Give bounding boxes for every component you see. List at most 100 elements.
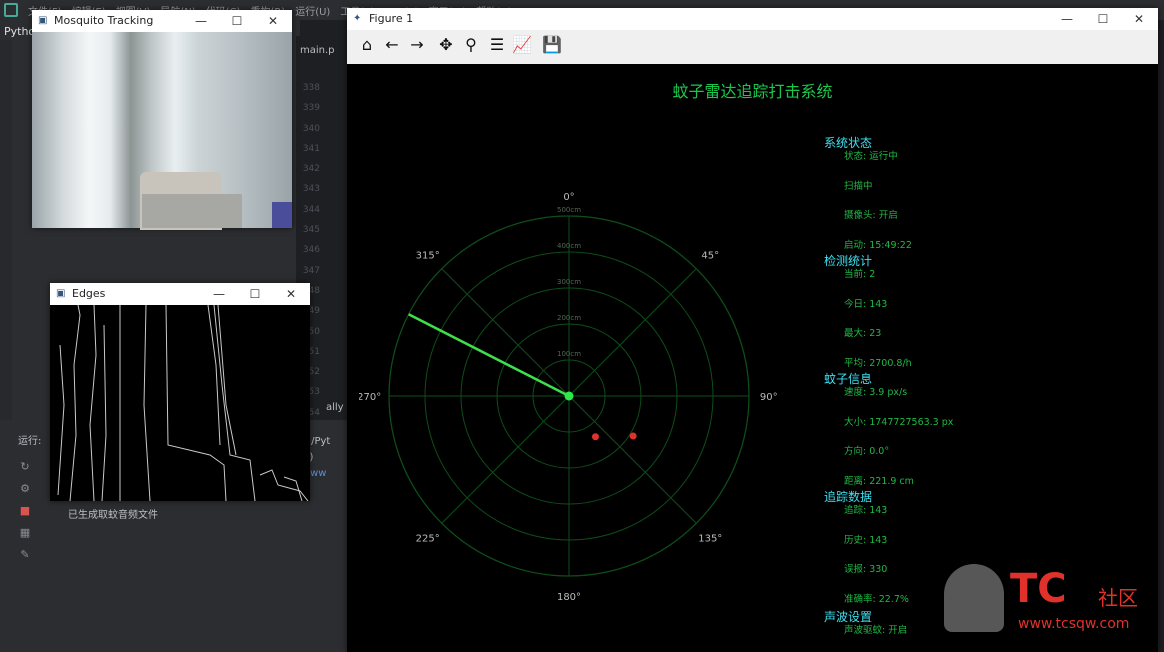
- panel-item: 误报: 330: [844, 564, 888, 575]
- editor-tab[interactable]: main.p: [300, 45, 335, 56]
- minimize-button[interactable]: —: [204, 285, 234, 303]
- home-icon[interactable]: ⌂: [357, 36, 377, 54]
- panel-item: 最大: 23: [844, 328, 882, 339]
- panel-item: 平均: 2700.8/h: [844, 357, 912, 369]
- rerun-icon[interactable]: ↻: [18, 460, 32, 474]
- radar-angle-label: 0°: [563, 192, 574, 203]
- radar-range-label: 100cm: [557, 350, 581, 358]
- wrench-icon[interactable]: ⚙: [18, 482, 32, 496]
- forward-arrow-icon[interactable]: →: [407, 36, 427, 54]
- maximize-button[interactable]: ☐: [222, 12, 252, 30]
- radar-angle-label: 90°: [760, 392, 778, 403]
- radar-angle-label: 225°: [416, 533, 440, 544]
- camera-object: [272, 202, 292, 228]
- panel-item: 今日: 143: [844, 298, 888, 310]
- line-number: 345: [302, 225, 320, 236]
- radar-spoke: [568, 268, 697, 397]
- layout-icon[interactable]: ▦: [18, 526, 32, 540]
- line-number: 342: [302, 164, 320, 175]
- close-button[interactable]: ✕: [1124, 10, 1154, 28]
- minimize-button[interactable]: —: [186, 12, 216, 30]
- watermark-logo: TC: [1010, 566, 1067, 612]
- radar-angle-label: 180°: [557, 592, 581, 603]
- panel-item: 准确率: 22.7%: [844, 593, 909, 605]
- camera-feed: [32, 32, 292, 230]
- window-app-icon: ▣: [38, 15, 48, 26]
- panel-item: 当前: 2: [844, 269, 876, 280]
- window-app-icon: ▣: [56, 288, 66, 299]
- figure-title: Figure 1: [369, 12, 414, 25]
- radar-spoke: [441, 268, 570, 397]
- edit-lines-icon[interactable]: 📈: [512, 36, 532, 54]
- console-line: ally: [326, 402, 344, 413]
- figure-toolbar: ⌂ ← → ✥ ⚲ ☰ 📈 💾: [347, 30, 1158, 60]
- radar-sweep-line: [408, 313, 570, 398]
- tracking-titlebar[interactable]: ▣ Mosquito Tracking — ☐ ✕: [32, 10, 292, 32]
- radar-range-label: 300cm: [557, 278, 581, 286]
- panel-item: 历史: 143: [844, 534, 888, 546]
- edges-title: Edges: [72, 287, 106, 300]
- radar-angle-label: 45°: [701, 251, 719, 262]
- close-button[interactable]: ✕: [276, 285, 306, 303]
- radar-angle-label: 270°: [359, 392, 381, 403]
- edge-lines: [57, 304, 309, 502]
- radar-range-label: 400cm: [557, 242, 581, 250]
- panel-item: 扫描中: [844, 180, 873, 192]
- edges-window[interactable]: ▣ Edges — ☐ ✕: [50, 283, 310, 502]
- line-number: 338: [302, 83, 320, 93]
- line-number: 344: [302, 204, 320, 215]
- figure-main-title: 蚊子雷达追踪打击系统: [672, 82, 833, 101]
- minimize-button[interactable]: —: [1052, 10, 1082, 28]
- tracking-window[interactable]: ▣ Mosquito Tracking — ☐ ✕: [32, 10, 292, 230]
- maximize-button[interactable]: ☐: [240, 285, 270, 303]
- zoom-icon[interactable]: ⚲: [461, 36, 481, 54]
- camera-object: [142, 194, 242, 228]
- ide-logo-icon: [4, 3, 18, 17]
- line-number: 340: [302, 123, 320, 134]
- watermark-community: 社区: [1098, 586, 1138, 610]
- back-arrow-icon[interactable]: ←: [382, 36, 402, 54]
- line-number: 339: [302, 103, 320, 114]
- project-label[interactable]: Pytho: [4, 25, 35, 38]
- radar-spoke: [441, 395, 570, 524]
- run-tools: ↻ ⚙ ■ ▦ ✎: [14, 452, 54, 570]
- panel-item: 方向: 0.0°: [844, 446, 890, 457]
- close-button[interactable]: ✕: [258, 12, 288, 30]
- panel-item: 状态: 运行中: [844, 151, 898, 162]
- line-number: 341: [302, 143, 320, 154]
- panel-item: 大小: 1747727563.3 px: [844, 416, 954, 428]
- line-number: 347: [302, 265, 320, 276]
- line-number: 346: [302, 245, 320, 256]
- mosquito-target-point: [629, 432, 637, 440]
- radar-angle-label: 315°: [416, 251, 440, 262]
- panel-item: 距离: 221.9 cm: [844, 475, 914, 487]
- radar-spoke: [568, 395, 697, 524]
- panel-item: 速度: 3.9 px/s: [844, 387, 908, 398]
- edges-titlebar[interactable]: ▣ Edges — ☐ ✕: [50, 283, 310, 305]
- panel-item: 启动: 15:49:22: [844, 239, 912, 251]
- ide-menu-item[interactable]: 运行(U): [295, 7, 330, 18]
- radar-chart: 0° 45° 90° 135° 180° 225° 270° 315° 100cm 200cm 30…: [359, 192, 778, 603]
- radar-range-label: 500cm: [557, 206, 581, 214]
- line-number: 343: [302, 184, 320, 195]
- radar-center-dot: [564, 391, 574, 401]
- run-label: 运行:: [18, 436, 42, 447]
- watermark-url: www.tcsqw.com: [1018, 616, 1130, 632]
- matplotlib-icon: ✦: [353, 13, 362, 24]
- tracking-title: Mosquito Tracking: [54, 14, 154, 27]
- panel-item: 摄像头: 开启: [844, 210, 898, 221]
- save-icon[interactable]: 💾: [542, 36, 562, 54]
- stop-icon[interactable]: ■: [18, 504, 32, 518]
- mosquito-target-point: [591, 433, 599, 441]
- panel-item: 声波驱蚊: 开启: [844, 625, 908, 636]
- maximize-button[interactable]: ☐: [1088, 10, 1118, 28]
- mascot-icon: [944, 564, 1004, 632]
- configure-subplots-icon[interactable]: ☰: [487, 36, 507, 54]
- edge-detection-view: [50, 304, 310, 502]
- figure-titlebar[interactable]: ✦ Figure 1 — ☐ ✕: [347, 8, 1158, 30]
- pan-icon[interactable]: ✥: [436, 36, 456, 54]
- figure-window[interactable]: ✦ Figure 1 — ☐ ✕ ⌂ ← → ✥ ⚲ ☰ 📈 💾 蚊子雷达追踪打…: [347, 8, 1158, 652]
- panel-item: 追踪: 143: [844, 505, 888, 516]
- site-watermark: TC 社区 www.tcsqw.com: [940, 560, 1160, 650]
- pin-icon[interactable]: ✎: [18, 548, 32, 562]
